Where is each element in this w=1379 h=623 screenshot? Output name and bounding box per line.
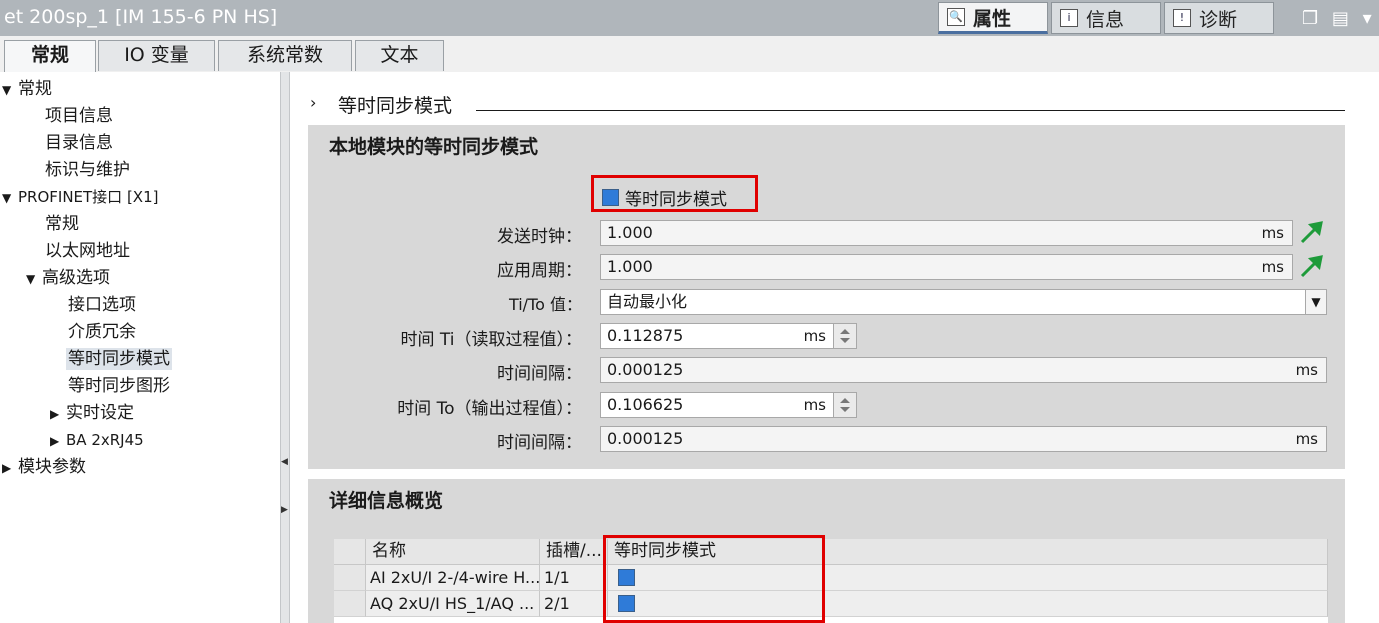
window-controls[interactable]: ❐ ▤ ▾ bbox=[1302, 8, 1376, 29]
ti-label: 时间 Ti（读取过程值）： bbox=[400, 330, 583, 350]
chevron-down-icon[interactable]: ▼ bbox=[2, 79, 18, 101]
row-gutter[interactable] bbox=[334, 591, 366, 617]
chevron-down-icon[interactable]: ▼ bbox=[26, 268, 42, 290]
tab-io-tags[interactable]: IO 变量 bbox=[98, 40, 215, 71]
collapse-right-icon[interactable]: ▶ bbox=[281, 505, 288, 515]
tree-item-general[interactable]: ▼ 常规 bbox=[2, 78, 52, 101]
isochronous-checkbox[interactable]: 等时同步模式 bbox=[602, 185, 727, 210]
to-stepper[interactable]: 0.106625 ms bbox=[600, 392, 857, 418]
to-label: 时间 To（输出过程值）： bbox=[397, 399, 582, 419]
properties-icon: 🔍 bbox=[947, 8, 965, 26]
table-row-slot[interactable]: 2/1 bbox=[540, 591, 608, 617]
goto-arrow-icon[interactable] bbox=[1298, 220, 1324, 246]
tab-general[interactable]: 常规 bbox=[4, 40, 96, 73]
highlight-box bbox=[603, 535, 825, 623]
spin-buttons-icon[interactable] bbox=[833, 324, 856, 348]
tree-item-media-redundancy[interactable]: 介质冗余 bbox=[68, 321, 136, 343]
tree-item-pn-general[interactable]: 常规 bbox=[45, 213, 79, 235]
checkbox-checked-icon[interactable] bbox=[602, 189, 619, 206]
table-row-name[interactable]: AQ 2xU/I HS_1/AQ ... bbox=[366, 591, 540, 617]
tree-item-module-params[interactable]: ▶ 模块参数 bbox=[2, 456, 86, 479]
tree-item-ba-2xrj45[interactable]: ▶ BA 2xRJ45 bbox=[50, 429, 144, 452]
send-clock-label: 发送时钟： bbox=[497, 227, 582, 247]
info-icon: i bbox=[1060, 9, 1078, 27]
tree-item-project-info[interactable]: 项目信息 bbox=[45, 105, 113, 127]
table-gutter-header bbox=[334, 539, 366, 565]
diagnostics-icon: ! bbox=[1173, 9, 1191, 27]
table-row-slot[interactable]: 1/1 bbox=[540, 565, 608, 591]
app-cycle-label: 应用周期： bbox=[497, 261, 582, 281]
tito-label: Ti/To 值： bbox=[508, 295, 582, 314]
row-gutter[interactable] bbox=[334, 565, 366, 591]
dropdown-arrow-icon[interactable]: ▼ bbox=[1305, 290, 1326, 314]
section-divider bbox=[476, 110, 1345, 111]
send-clock-field: 1.000 ms bbox=[600, 220, 1293, 246]
tree-item-advanced[interactable]: ▼ 高级选项 bbox=[26, 267, 110, 290]
tab-system-constants[interactable]: 系统常数 bbox=[218, 40, 352, 71]
local-panel-title: 本地模块的等时同步模式 bbox=[329, 136, 539, 158]
tree-item-isochronous-graphic[interactable]: 等时同步图形 bbox=[68, 375, 170, 397]
column-header-name[interactable]: 名称 bbox=[366, 539, 540, 565]
section-arrow-icon: › bbox=[310, 93, 317, 112]
tree-item-identification[interactable]: 标识与维护 bbox=[45, 159, 130, 181]
tab-texts[interactable]: 文本 bbox=[355, 40, 444, 71]
overview-title: 详细信息概览 bbox=[329, 490, 444, 512]
section-title: 等时同步模式 bbox=[338, 95, 453, 117]
chevron-right-icon[interactable]: ▶ bbox=[50, 430, 66, 452]
overview-table: 名称 插槽/... 等时同步模式 AI 2xU/I 2-/4-wire H...… bbox=[334, 539, 1328, 623]
chevron-right-icon[interactable]: ▶ bbox=[50, 403, 66, 425]
tab-info[interactable]: i 信息 bbox=[1051, 2, 1161, 34]
ti-interval-label: 时间间隔： bbox=[497, 364, 582, 384]
tito-dropdown[interactable]: 自动最小化 ▼ bbox=[600, 289, 1327, 315]
to-interval-label: 时间间隔： bbox=[497, 433, 582, 453]
column-header-slot[interactable]: 插槽/... bbox=[540, 539, 608, 565]
tree-item-isochronous-mode[interactable]: 等时同步模式 bbox=[66, 348, 172, 370]
tab-diagnostics[interactable]: ! 诊断 bbox=[1164, 2, 1274, 34]
table-row-name[interactable]: AI 2xU/I 2-/4-wire H... bbox=[366, 565, 540, 591]
ti-stepper[interactable]: 0.112875 ms bbox=[600, 323, 857, 349]
tree-item-interface-options[interactable]: 接口选项 bbox=[68, 294, 136, 316]
to-interval-field: 0.000125 ms bbox=[600, 426, 1327, 452]
window-title: et 200sp_1 [IM 155-6 PN HS] bbox=[4, 6, 278, 28]
splitter[interactable] bbox=[280, 72, 290, 623]
goto-arrow-icon[interactable] bbox=[1298, 254, 1324, 280]
spin-buttons-icon[interactable] bbox=[833, 393, 856, 417]
ti-interval-field: 0.000125 ms bbox=[600, 357, 1327, 383]
tree-item-profinet[interactable]: ▼ PROFINET接口 [X1] bbox=[2, 186, 158, 209]
chevron-right-icon[interactable]: ▶ bbox=[2, 457, 18, 479]
tree-item-catalog-info[interactable]: 目录信息 bbox=[45, 132, 113, 154]
tab-properties[interactable]: 🔍 属性 bbox=[938, 2, 1048, 34]
tree-item-ethernet-address[interactable]: 以太网地址 bbox=[45, 240, 130, 262]
app-cycle-field: 1.000 ms bbox=[600, 254, 1293, 280]
collapse-left-icon[interactable]: ◀ bbox=[281, 457, 288, 467]
tree-item-realtime[interactable]: ▶ 实时设定 bbox=[50, 402, 134, 425]
chevron-down-icon[interactable]: ▼ bbox=[2, 187, 18, 209]
